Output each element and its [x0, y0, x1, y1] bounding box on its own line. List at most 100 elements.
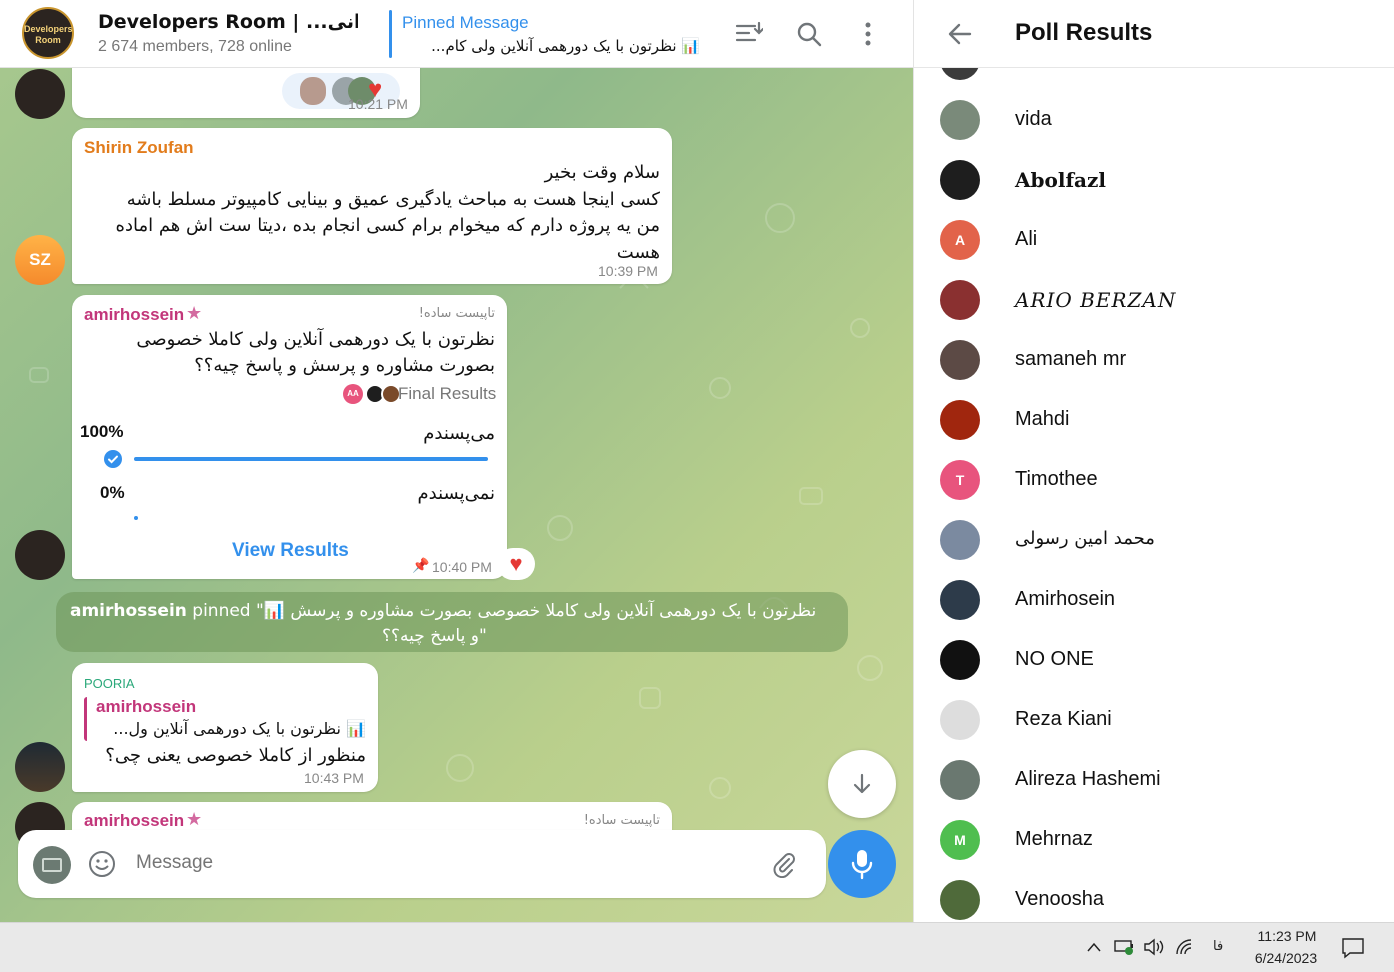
- send-as-avatar[interactable]: [33, 846, 71, 884]
- view-results-button[interactable]: View Results: [232, 540, 349, 562]
- composer: [18, 830, 826, 898]
- emoji-icon[interactable]: [87, 849, 117, 879]
- voter-row[interactable]: A Ali: [914, 210, 1394, 270]
- wifi-icon[interactable]: [1175, 938, 1195, 956]
- star-icon: ★: [186, 303, 203, 323]
- message-text: سلام وقت بخیر کسی اینجا هست به مباحث یاد…: [80, 160, 660, 266]
- message-time: 10:43 PM: [304, 770, 364, 786]
- voter-row[interactable]: NO ONE: [914, 630, 1394, 690]
- voter-row[interactable]: Alireza Hashemi: [914, 750, 1394, 810]
- voter-avatar: [940, 640, 980, 680]
- voter-row[interactable]: ARIO BERZAN: [914, 270, 1394, 330]
- sender-name[interactable]: Shirin Zoufan: [84, 138, 194, 158]
- group-avatar[interactable]: Developers Room: [22, 7, 74, 59]
- voter-row[interactable]: vida: [914, 90, 1394, 150]
- sender-avatar[interactable]: SZ: [15, 235, 65, 285]
- option-percent: 100%: [80, 422, 124, 441]
- message-line: من یه پروژه دارم که میخوام برام کسی انجا…: [115, 215, 660, 236]
- pinned-label[interactable]: Pinned Message: [402, 13, 529, 33]
- service-body: pinned "📊 نظرتون با یک دورهمی آنلاین ولی…: [186, 601, 817, 621]
- back-arrow-icon[interactable]: [947, 21, 973, 47]
- sender-name[interactable]: amirhossein: [84, 811, 184, 831]
- star-icon: ★: [186, 809, 203, 829]
- reaction-heart-button[interactable]: ♥: [497, 548, 535, 580]
- voter-row[interactable]: samaneh mr: [914, 330, 1394, 390]
- speaker-icon[interactable]: [1143, 938, 1165, 956]
- option-bar: [134, 516, 138, 520]
- sender-avatar[interactable]: [15, 69, 65, 119]
- arrow-down-icon: [853, 773, 871, 794]
- voter-name: Alireza Hashemi: [1015, 768, 1161, 790]
- voter-name: Timothee: [1015, 468, 1098, 490]
- message-bubble[interactable]: Shirin Zoufan سلام وقت بخیر کسی اینجا هس…: [72, 128, 672, 284]
- scroll-down-button[interactable]: [828, 750, 896, 818]
- voice-record-button[interactable]: [828, 830, 896, 898]
- clock-time[interactable]: 11:23 PM: [1254, 928, 1320, 944]
- voter-avatar: M: [940, 820, 980, 860]
- voter-avatar: [940, 100, 980, 140]
- admin-badge: تاپیست ساده!: [418, 306, 495, 321]
- poll-question-line: بصورت مشاوره و پرسش و پاسخ چیه؟؟: [194, 355, 495, 376]
- voter-avatar: T: [940, 460, 980, 500]
- pinned-text[interactable]: 📊 نظرتون با یک دورهمی آنلاین ولی کام...: [402, 37, 700, 55]
- admin-badge: تاپیست ساده!: [583, 813, 660, 828]
- message-text: منظور از کاملا خصوصی یعنی چی؟: [105, 745, 366, 766]
- option-percent: 0%: [100, 483, 125, 502]
- poll-message[interactable]: amirhossein ★ تاپیست ساده! نظرتون با یک …: [72, 295, 507, 579]
- group-title[interactable]: Developers Room | ...ن ایرانی: [98, 11, 358, 33]
- notifications-icon[interactable]: [1341, 937, 1365, 959]
- more-icon[interactable]: [862, 21, 874, 47]
- voter-row[interactable]: Amirhosein: [914, 570, 1394, 630]
- voter-name: Amirhosein: [1015, 588, 1116, 610]
- sender-avatar[interactable]: [15, 742, 65, 792]
- attach-icon[interactable]: [770, 850, 798, 878]
- message-line: سلام وقت بخیر: [544, 162, 660, 183]
- voter-row[interactable]: Abolfazl: [914, 150, 1394, 210]
- message-input[interactable]: [136, 848, 736, 878]
- voter-row[interactable]: T Timothee: [914, 450, 1394, 510]
- member-count: 2 674 members, 728 online: [98, 38, 292, 55]
- chat-header[interactable]: Developers Room Developers Room | ...ن ا…: [0, 0, 913, 68]
- poll-results-panel: Poll Results POORIAvidaAbolfazlAAliARIO …: [913, 0, 1394, 922]
- voter-row[interactable]: محمد امین رسولی: [914, 510, 1394, 570]
- quoted-name: amirhossein: [96, 697, 197, 716]
- message-line: هست: [616, 241, 660, 263]
- voter-avatar: [940, 400, 980, 440]
- language-indicator[interactable]: فا: [1213, 939, 1223, 954]
- voter-name: Ali: [1015, 228, 1038, 250]
- voter-row[interactable]: Reza Kiani: [914, 690, 1394, 750]
- sender-name[interactable]: amirhossein: [84, 305, 184, 325]
- sender-avatar[interactable]: [15, 530, 65, 580]
- sender-name[interactable]: POORIA: [84, 676, 135, 691]
- search-icon[interactable]: [796, 21, 822, 47]
- voter-name: Abolfazl: [1015, 168, 1106, 192]
- clock-date[interactable]: 6/24/2023: [1248, 950, 1324, 966]
- voter-name: Reza Kiani: [1015, 708, 1112, 730]
- panel-title: Poll Results: [1015, 19, 1153, 46]
- service-actor[interactable]: amirhossein: [70, 601, 187, 621]
- voter-avatar: [940, 880, 980, 920]
- taskbar: فا 11:23 PM 6/24/2023: [0, 922, 1394, 972]
- voter-avatar: [940, 280, 980, 320]
- chevron-up-icon[interactable]: [1086, 941, 1102, 953]
- message-time: 10:39 PM: [598, 263, 658, 279]
- voter-name: Mehrnaz: [1015, 828, 1093, 850]
- reply-quote[interactable]: amirhossein 📊 نظرتون با یک دورهمی آنلاین…: [84, 697, 370, 741]
- microphone-icon: [851, 850, 873, 880]
- service-text: amirhossein pinned "📊 نظرتون با یک دورهم…: [70, 599, 834, 649]
- voter-avatar: [940, 760, 980, 800]
- quoted-text: 📊 نظرتون با یک دورهمی آنلاین ول...: [113, 719, 366, 738]
- reply-message[interactable]: POORIA amirhossein 📊 نظرتون با یک دورهمی…: [72, 663, 378, 792]
- message-bubble[interactable]: ♥ 10:21 PM: [72, 60, 420, 118]
- battery-icon[interactable]: [1114, 938, 1136, 956]
- message-time: 10:40 PM: [432, 559, 492, 575]
- option-bar: [134, 457, 488, 461]
- voter-row[interactable]: M Mehrnaz: [914, 810, 1394, 870]
- pinned-indicator: [389, 10, 392, 58]
- voter-row[interactable]: Mahdi: [914, 390, 1394, 450]
- voter-name: samaneh mr: [1015, 348, 1127, 370]
- filter-icon[interactable]: [735, 21, 763, 47]
- voter-avatar: [940, 700, 980, 740]
- chat-area[interactable]: ♥ 10:21 PM SZ Shirin Zoufan سلام وقت بخی…: [0, 0, 913, 922]
- voter-row[interactable]: Venoosha: [914, 870, 1394, 922]
